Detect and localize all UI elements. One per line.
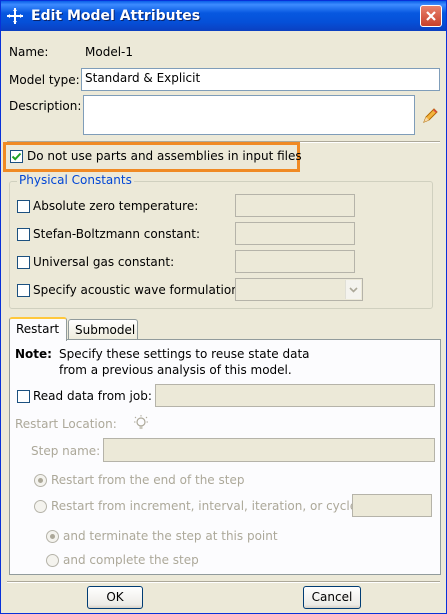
pencil-edit-icon[interactable] <box>421 107 439 125</box>
tab-submodel-label: Submodel <box>75 323 136 337</box>
acoustic-wave-label: Specify acoustic wave formulation: <box>33 283 243 297</box>
terminate-step-radio[interactable] <box>46 530 59 543</box>
terminate-step-label: and terminate the step at this point <box>63 529 278 543</box>
stefan-boltzmann-label: Stefan-Boltzmann constant: <box>33 227 200 241</box>
increment-field[interactable] <box>352 494 432 517</box>
crosshair-app-icon <box>5 6 25 26</box>
restart-end-radio[interactable] <box>34 474 47 487</box>
tab-restart-label: Restart <box>16 322 60 336</box>
lightbulb-icon[interactable] <box>133 414 149 432</box>
absolute-zero-checkbox[interactable] <box>17 200 30 213</box>
chevron-down-icon[interactable] <box>345 280 361 299</box>
cancel-button[interactable]: Cancel <box>303 586 361 609</box>
acoustic-wave-select[interactable] <box>235 278 363 301</box>
tab-restart[interactable]: Restart <box>9 317 67 341</box>
note-line-1: Specify these settings to reuse state da… <box>59 347 310 361</box>
note-line-2: from a previous analysis of this model. <box>59 363 292 377</box>
no-parts-checkbox[interactable] <box>10 150 23 163</box>
restart-end-label: Restart from the end of the step <box>51 473 245 487</box>
checkmark-icon <box>11 152 22 161</box>
tab-submodel[interactable]: Submodel <box>68 319 138 341</box>
restart-location-label: Restart Location: <box>15 417 117 431</box>
absolute-zero-field[interactable] <box>235 194 355 217</box>
restart-increment-label: Restart from increment, interval, iterat… <box>51 499 362 513</box>
complete-step-label: and complete the step <box>63 553 199 567</box>
note-label: Note: <box>15 347 52 361</box>
universal-gas-label: Universal gas constant: <box>33 255 175 269</box>
description-field[interactable] <box>83 95 415 135</box>
read-data-field[interactable] <box>155 384 435 407</box>
complete-step-radio[interactable] <box>46 554 59 567</box>
step-name-field[interactable] <box>103 438 435 462</box>
step-name-label: Step name: <box>31 444 101 458</box>
restart-increment-radio[interactable] <box>34 500 47 513</box>
description-label: Description: <box>9 99 82 113</box>
absolute-zero-label: Absolute zero temperature: <box>33 199 199 213</box>
model-type-label: Model type: <box>9 73 80 87</box>
window-title: Edit Model Attributes <box>31 8 201 24</box>
acoustic-wave-checkbox[interactable] <box>17 284 30 297</box>
title-bar[interactable]: Edit Model Attributes <box>1 1 446 31</box>
close-button[interactable] <box>420 5 442 27</box>
read-data-label: Read data from job: <box>33 389 152 403</box>
universal-gas-checkbox[interactable] <box>17 256 30 269</box>
model-type-field[interactable]: Standard & Explicit <box>81 68 440 91</box>
bottom-separator <box>7 581 440 583</box>
close-icon <box>426 11 436 21</box>
universal-gas-field[interactable] <box>235 250 355 273</box>
stefan-boltzmann-checkbox[interactable] <box>17 228 30 241</box>
ok-button[interactable]: OK <box>87 586 143 609</box>
edit-model-attributes-dialog: Edit Model Attributes Name: Model-1 Mode… <box>0 0 447 614</box>
no-parts-label: Do not use parts and assemblies in input… <box>27 149 302 163</box>
read-data-checkbox[interactable] <box>17 390 30 403</box>
name-label: Name: <box>9 45 49 59</box>
stefan-boltzmann-field[interactable] <box>235 222 355 245</box>
name-value: Model-1 <box>85 45 133 59</box>
physical-constants-title: Physical Constants <box>17 173 134 187</box>
